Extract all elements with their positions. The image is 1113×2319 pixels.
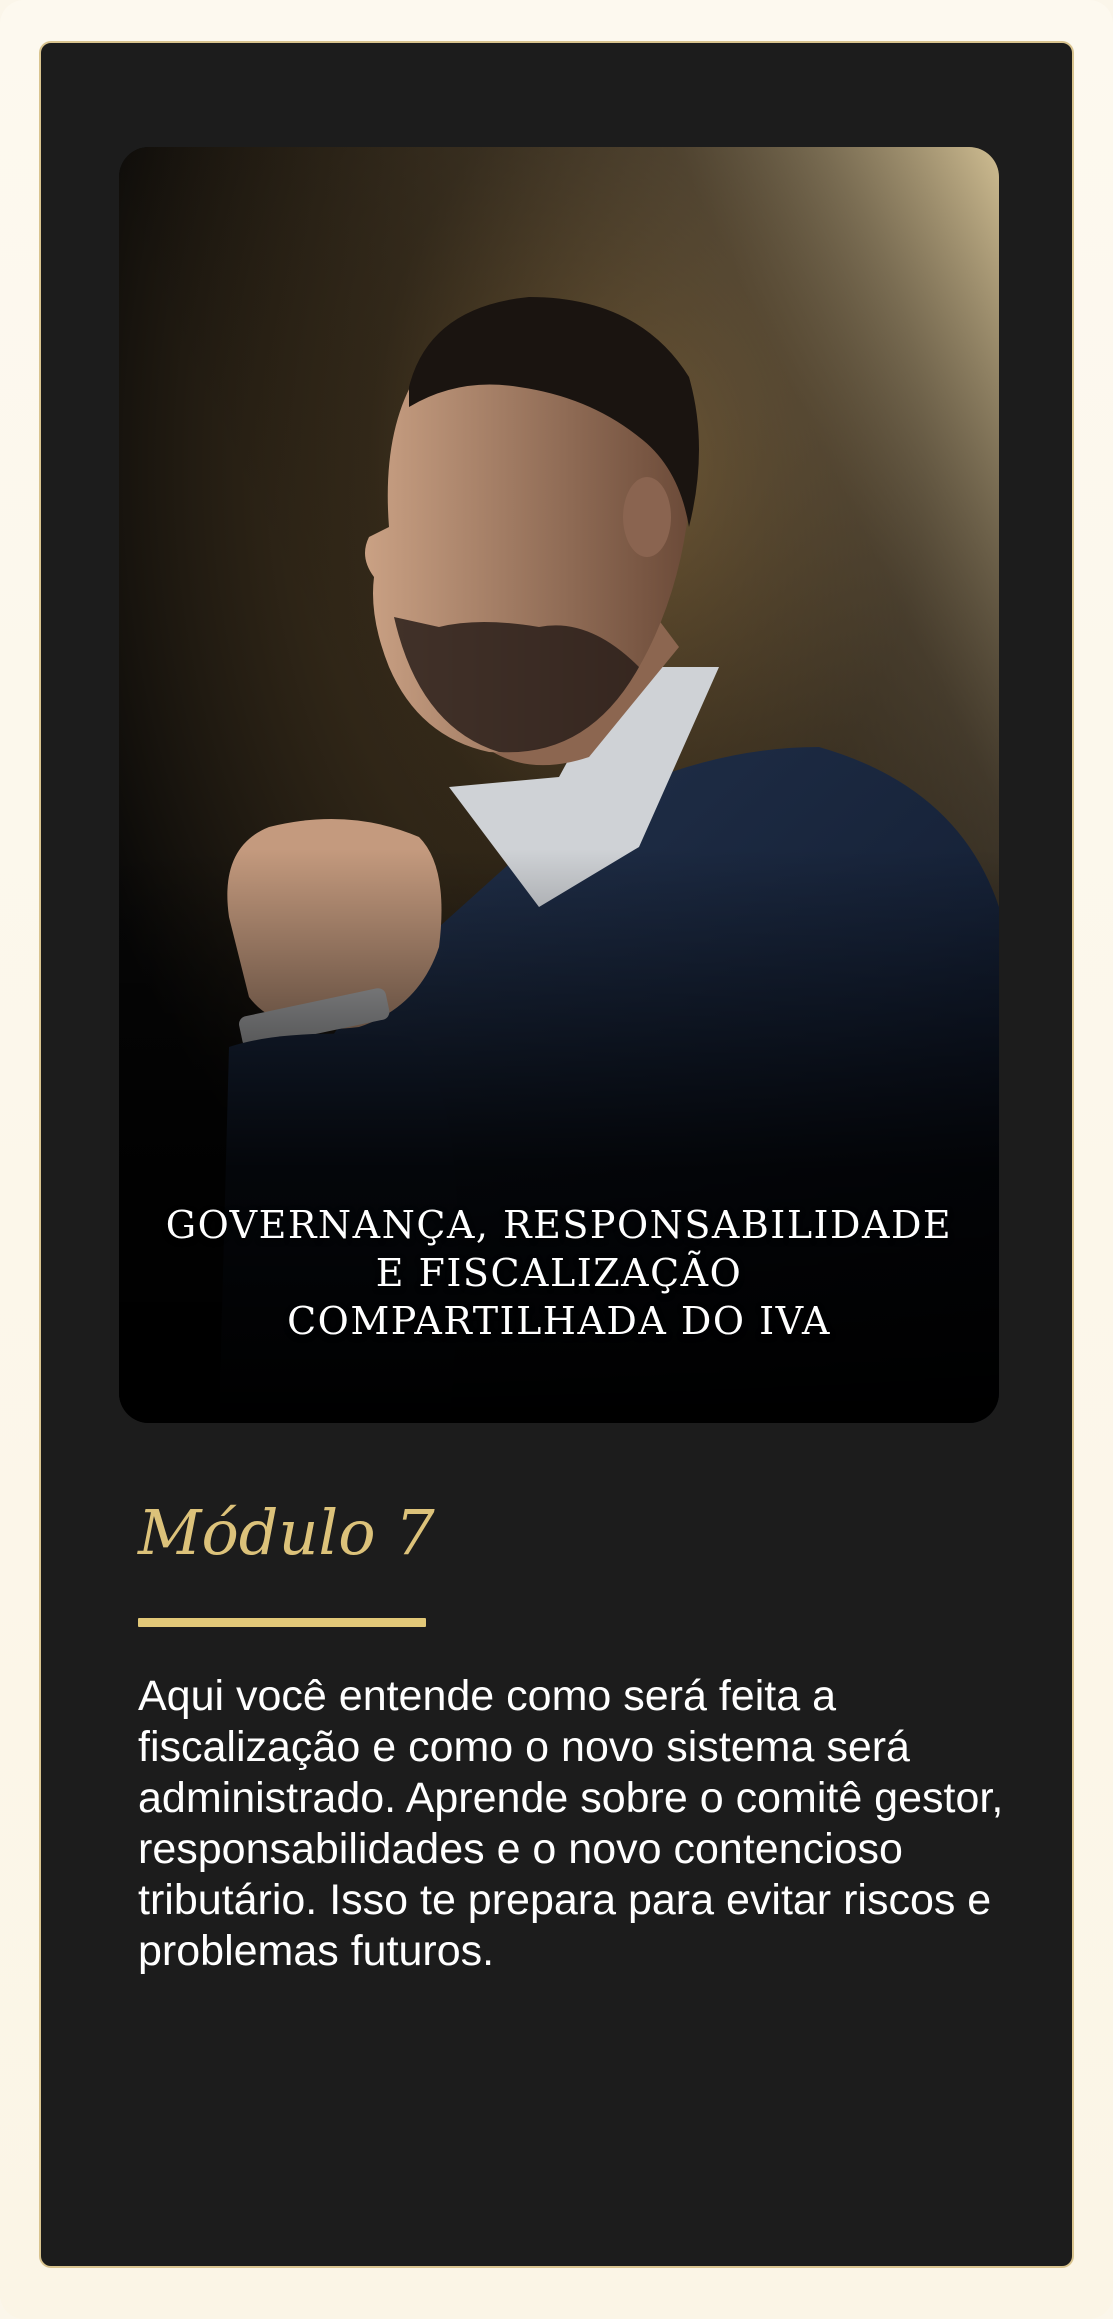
cover-title-line: COMPARTILHADA DO IVA [287,1299,831,1343]
cover-title: GOVERNANÇA, RESPONSABILIDADE E FISCALIZA… [119,1201,999,1345]
cover-title-line: E FISCALIZAÇÃO [375,1251,743,1295]
page-frame: GOVERNANÇA, RESPONSABILIDADE E FISCALIZA… [0,0,1113,2319]
module-cover-image: GOVERNANÇA, RESPONSABILIDADE E FISCALIZA… [119,147,999,1423]
module-card: GOVERNANÇA, RESPONSABILIDADE E FISCALIZA… [39,41,1074,2268]
cover-title-line: GOVERNANÇA, RESPONSABILIDADE [165,1203,953,1247]
module-title: Módulo 7 [138,1496,435,1569]
module-description: Aqui você entende como será feita a fisc… [138,1672,1004,1975]
gold-divider [138,1618,426,1627]
